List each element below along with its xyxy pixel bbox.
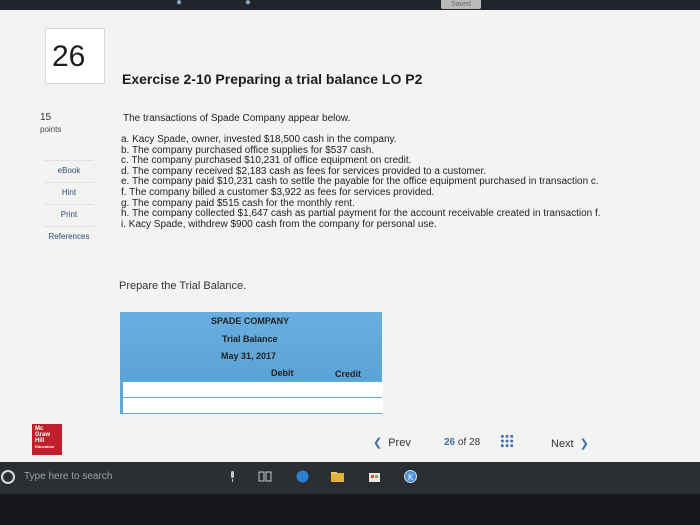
toolbar-icons: ● ●	[176, 0, 281, 8]
edge-browser-icon[interactable]	[295, 470, 310, 483]
tb-company-name: SPADE COMPANY	[211, 316, 290, 326]
tb-credit-header: Credit	[335, 369, 362, 379]
tb-credit-input[interactable]	[318, 398, 383, 413]
taskbar-search-input[interactable]: Type here to search	[24, 471, 112, 482]
transaction-list: a. Kacy Spade, owner, invested $18,500 c…	[121, 134, 601, 230]
tb-debit-input[interactable]	[251, 382, 319, 397]
tb-account-input[interactable]	[123, 398, 252, 413]
cortana-icon[interactable]	[1, 470, 15, 484]
points-value: 15	[40, 112, 52, 123]
prev-button[interactable]: ❮ Prev	[373, 436, 411, 449]
instruction-text: Prepare the Trial Balance.	[119, 280, 247, 292]
tb-debit-input[interactable]	[251, 398, 319, 413]
exercise-title: Exercise 2-10 Preparing a trial balance …	[122, 71, 423, 87]
tb-credit-input[interactable]	[318, 382, 383, 397]
question-number: 26	[52, 40, 86, 73]
top-bar: ● ●	[0, 0, 700, 10]
print-button[interactable]: Print	[44, 204, 94, 225]
chevron-right-icon: ❯	[579, 438, 589, 450]
tb-debit-header: Debit	[271, 368, 294, 378]
mcgraw-hill-logo: Mc Graw Hill Education	[32, 424, 62, 455]
task-view-icon[interactable]	[258, 470, 273, 483]
grid-icon[interactable]	[500, 434, 514, 448]
transaction-item: a. Kacy Spade, owner, invested $18,500 c…	[121, 134, 397, 145]
ebook-button[interactable]: eBook	[44, 160, 94, 181]
next-button[interactable]: Next ❯	[551, 437, 589, 450]
points-label: points	[40, 125, 62, 134]
tb-title: Trial Balance	[222, 334, 278, 344]
store-icon[interactable]	[367, 470, 382, 483]
saved-badge: Saved	[441, 0, 481, 9]
problem-intro: The transactions of Spade Company appear…	[123, 113, 351, 124]
app-k-icon[interactable]: K	[403, 470, 418, 483]
tb-date: May 31, 2017	[221, 351, 277, 361]
browser-screen: ● ● Saved 26 Exercise 2-10 Preparing a t…	[0, 0, 700, 462]
chevron-left-icon: ❮	[373, 437, 383, 449]
references-button[interactable]: References	[44, 226, 94, 247]
transaction-item: f. The company billed a customer $3,922 …	[121, 186, 435, 198]
screen-bezel	[0, 494, 700, 525]
hint-button[interactable]: Hint	[44, 182, 94, 203]
transaction-item: i. Kacy Spade, withdrew $900 cash from t…	[121, 218, 437, 230]
microphone-icon[interactable]	[225, 470, 240, 483]
tb-account-input[interactable]	[123, 382, 252, 397]
svg-text:K: K	[408, 473, 414, 482]
file-explorer-icon[interactable]	[330, 470, 345, 483]
page-indicator: 26 of 28	[444, 437, 481, 448]
